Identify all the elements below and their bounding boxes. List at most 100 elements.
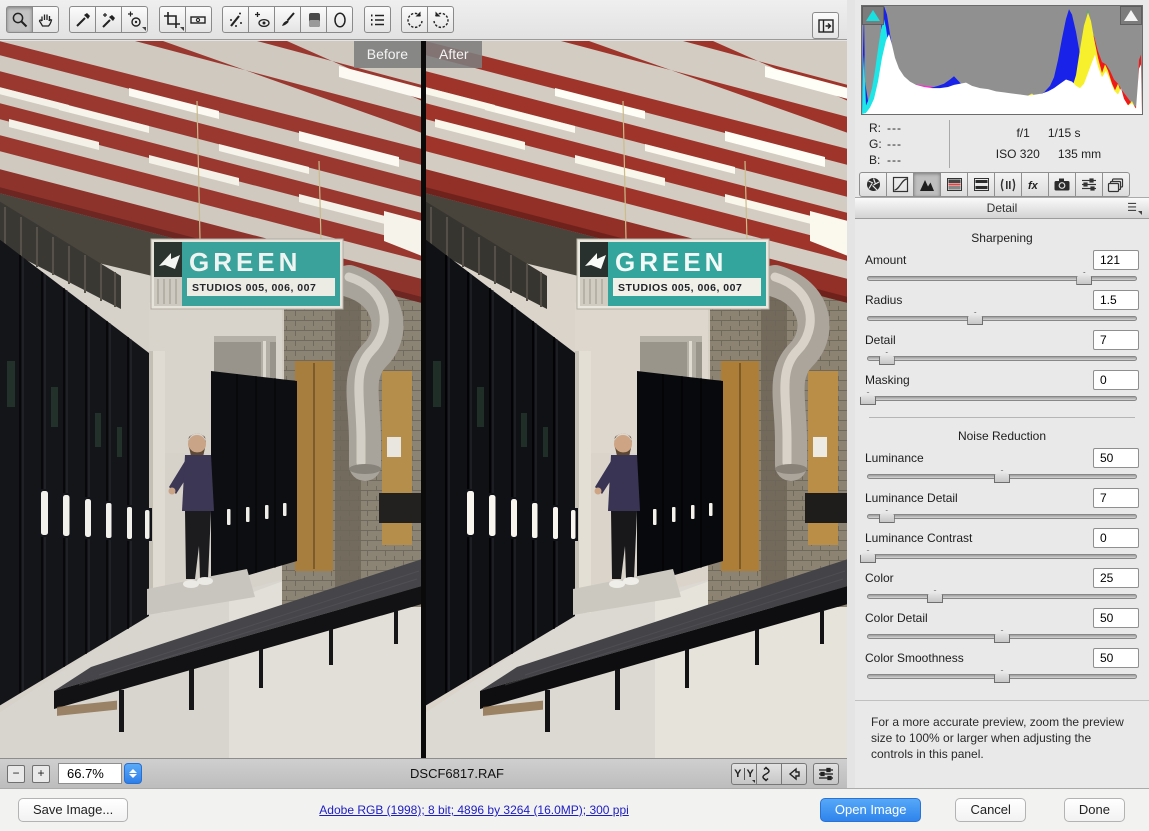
swap-before-after-icon[interactable] <box>756 763 782 785</box>
svg-text:fx: fx <box>1028 180 1039 192</box>
targeted-adjustment-tool-icon[interactable] <box>121 6 148 33</box>
slider-thumb[interactable] <box>967 312 983 325</box>
tab-hsl-grayscale[interactable] <box>940 172 968 197</box>
zoom-stepper[interactable] <box>124 763 142 784</box>
slider-thumb[interactable] <box>1076 272 1092 285</box>
zoom-out-button[interactable]: − <box>7 765 25 783</box>
shutter-value: 1/15 s <box>1048 126 1081 140</box>
rotate-right-icon[interactable] <box>427 6 454 33</box>
highlight-clipping-warning-icon[interactable] <box>1120 6 1142 25</box>
slider-label: Detail <box>865 333 1093 347</box>
slider-label: Radius <box>865 293 1093 307</box>
slider-value-input[interactable] <box>1093 250 1139 270</box>
slider-track[interactable] <box>867 674 1137 679</box>
before-label: Before <box>354 41 421 68</box>
focal-length-value: 135 mm <box>1058 147 1101 161</box>
tab-camera-calibration[interactable] <box>1048 172 1076 197</box>
g-value: --- <box>887 136 917 152</box>
white-balance-tool-icon[interactable] <box>69 6 96 33</box>
before-after-view-toggle-icon[interactable]: YY <box>731 763 757 785</box>
preview-area: Before After <box>0 41 847 758</box>
shadow-clipping-warning-icon[interactable] <box>862 6 884 25</box>
slider-track[interactable] <box>867 634 1137 639</box>
cancel-button[interactable]: Cancel <box>955 798 1025 822</box>
slider-track[interactable] <box>867 514 1137 519</box>
slider-masking: Masking <box>855 369 1149 401</box>
tab-snapshots[interactable] <box>1102 172 1130 197</box>
slider-track[interactable] <box>867 276 1137 281</box>
slider-thumb[interactable] <box>879 510 895 523</box>
b-label: B: <box>869 152 887 168</box>
workflow-options-link[interactable]: Adobe RGB (1998); 8 bit; 4896 by 3264 (1… <box>128 803 820 817</box>
dialog-footer: Save Image... Adobe RGB (1998); 8 bit; 4… <box>0 788 1149 831</box>
slider-track[interactable] <box>867 594 1137 599</box>
radial-filter-tool-icon[interactable] <box>326 6 353 33</box>
slider-thumb[interactable] <box>927 590 943 603</box>
preferences-icon[interactable] <box>364 6 391 33</box>
toolbar <box>0 0 847 40</box>
slider-track[interactable] <box>867 316 1137 321</box>
hand-tool-icon[interactable] <box>32 6 59 33</box>
straighten-tool-icon[interactable] <box>185 6 212 33</box>
slider-thumb[interactable] <box>860 550 876 563</box>
slider-thumb[interactable] <box>994 630 1010 643</box>
slider-value-input[interactable] <box>1093 648 1139 668</box>
toggle-full-screen-icon[interactable] <box>812 12 839 39</box>
sharpening-title: Sharpening <box>855 231 1149 245</box>
open-image-button[interactable]: Open Image <box>820 798 922 822</box>
r-value: --- <box>887 120 917 136</box>
slider-value-input[interactable] <box>1093 370 1139 390</box>
tab-effects[interactable]: fx <box>1021 172 1049 197</box>
slider-thumb[interactable] <box>994 670 1010 683</box>
b-value: --- <box>887 152 917 168</box>
noise-reduction-title: Noise Reduction <box>855 429 1149 443</box>
slider-value-input[interactable] <box>1093 448 1139 468</box>
slider-track[interactable] <box>867 554 1137 559</box>
slider-color: Color <box>855 567 1149 599</box>
panel-title: Detail <box>987 201 1018 215</box>
slider-thumb[interactable] <box>860 392 876 405</box>
after-pane[interactable]: After <box>426 41 847 758</box>
panel-menu-icon[interactable]: ☰ <box>1127 202 1142 215</box>
tab-presets[interactable] <box>1075 172 1103 197</box>
copy-settings-icon[interactable] <box>781 763 807 785</box>
camera-raw-window: GREEN STUDIOS 005, 006, 007 <box>0 0 1149 831</box>
tab-detail[interactable] <box>913 172 941 197</box>
zoom-in-button[interactable]: + <box>32 765 50 783</box>
before-pane[interactable]: Before <box>0 41 421 758</box>
slider-thumb[interactable] <box>879 352 895 365</box>
slider-track[interactable] <box>867 474 1137 479</box>
after-label: After <box>426 41 482 68</box>
zoom-level-input[interactable] <box>58 763 122 784</box>
adjustment-brush-tool-icon[interactable] <box>274 6 301 33</box>
color-sampler-tool-icon[interactable] <box>95 6 122 33</box>
slider-value-input[interactable] <box>1093 488 1139 508</box>
preview-preferences-icon[interactable] <box>813 763 839 785</box>
slider-value-input[interactable] <box>1093 330 1139 350</box>
tab-lens-corrections[interactable] <box>994 172 1022 197</box>
zoom-tool-icon[interactable] <box>6 6 33 33</box>
crop-tool-icon[interactable] <box>159 6 186 33</box>
section-divider <box>869 417 1135 418</box>
save-image-button[interactable]: Save Image... <box>18 798 128 822</box>
g-label: G: <box>869 136 887 152</box>
graduated-filter-tool-icon[interactable] <box>300 6 327 33</box>
slider-value-input[interactable] <box>1093 568 1139 588</box>
tab-tone-curve[interactable] <box>886 172 914 197</box>
slider-color-smoothness: Color Smoothness <box>855 647 1149 679</box>
red-eye-removal-tool-icon[interactable] <box>248 6 275 33</box>
slider-thumb[interactable] <box>994 470 1010 483</box>
histogram-chart <box>862 6 1142 114</box>
rotate-left-icon[interactable] <box>401 6 428 33</box>
spot-removal-tool-icon[interactable] <box>222 6 249 33</box>
tab-split-toning[interactable] <box>967 172 995 197</box>
slider-luminance-detail: Luminance Detail <box>855 487 1149 519</box>
done-button[interactable]: Done <box>1064 798 1125 822</box>
tab-basic[interactable] <box>859 172 887 197</box>
slider-track[interactable] <box>867 396 1137 401</box>
slider-value-input[interactable] <box>1093 608 1139 628</box>
adjustments-panel: R:--- G:--- B:--- f/11/15 s ISO 320135 m… <box>855 0 1149 788</box>
slider-value-input[interactable] <box>1093 290 1139 310</box>
slider-track[interactable] <box>867 356 1137 361</box>
slider-value-input[interactable] <box>1093 528 1139 548</box>
